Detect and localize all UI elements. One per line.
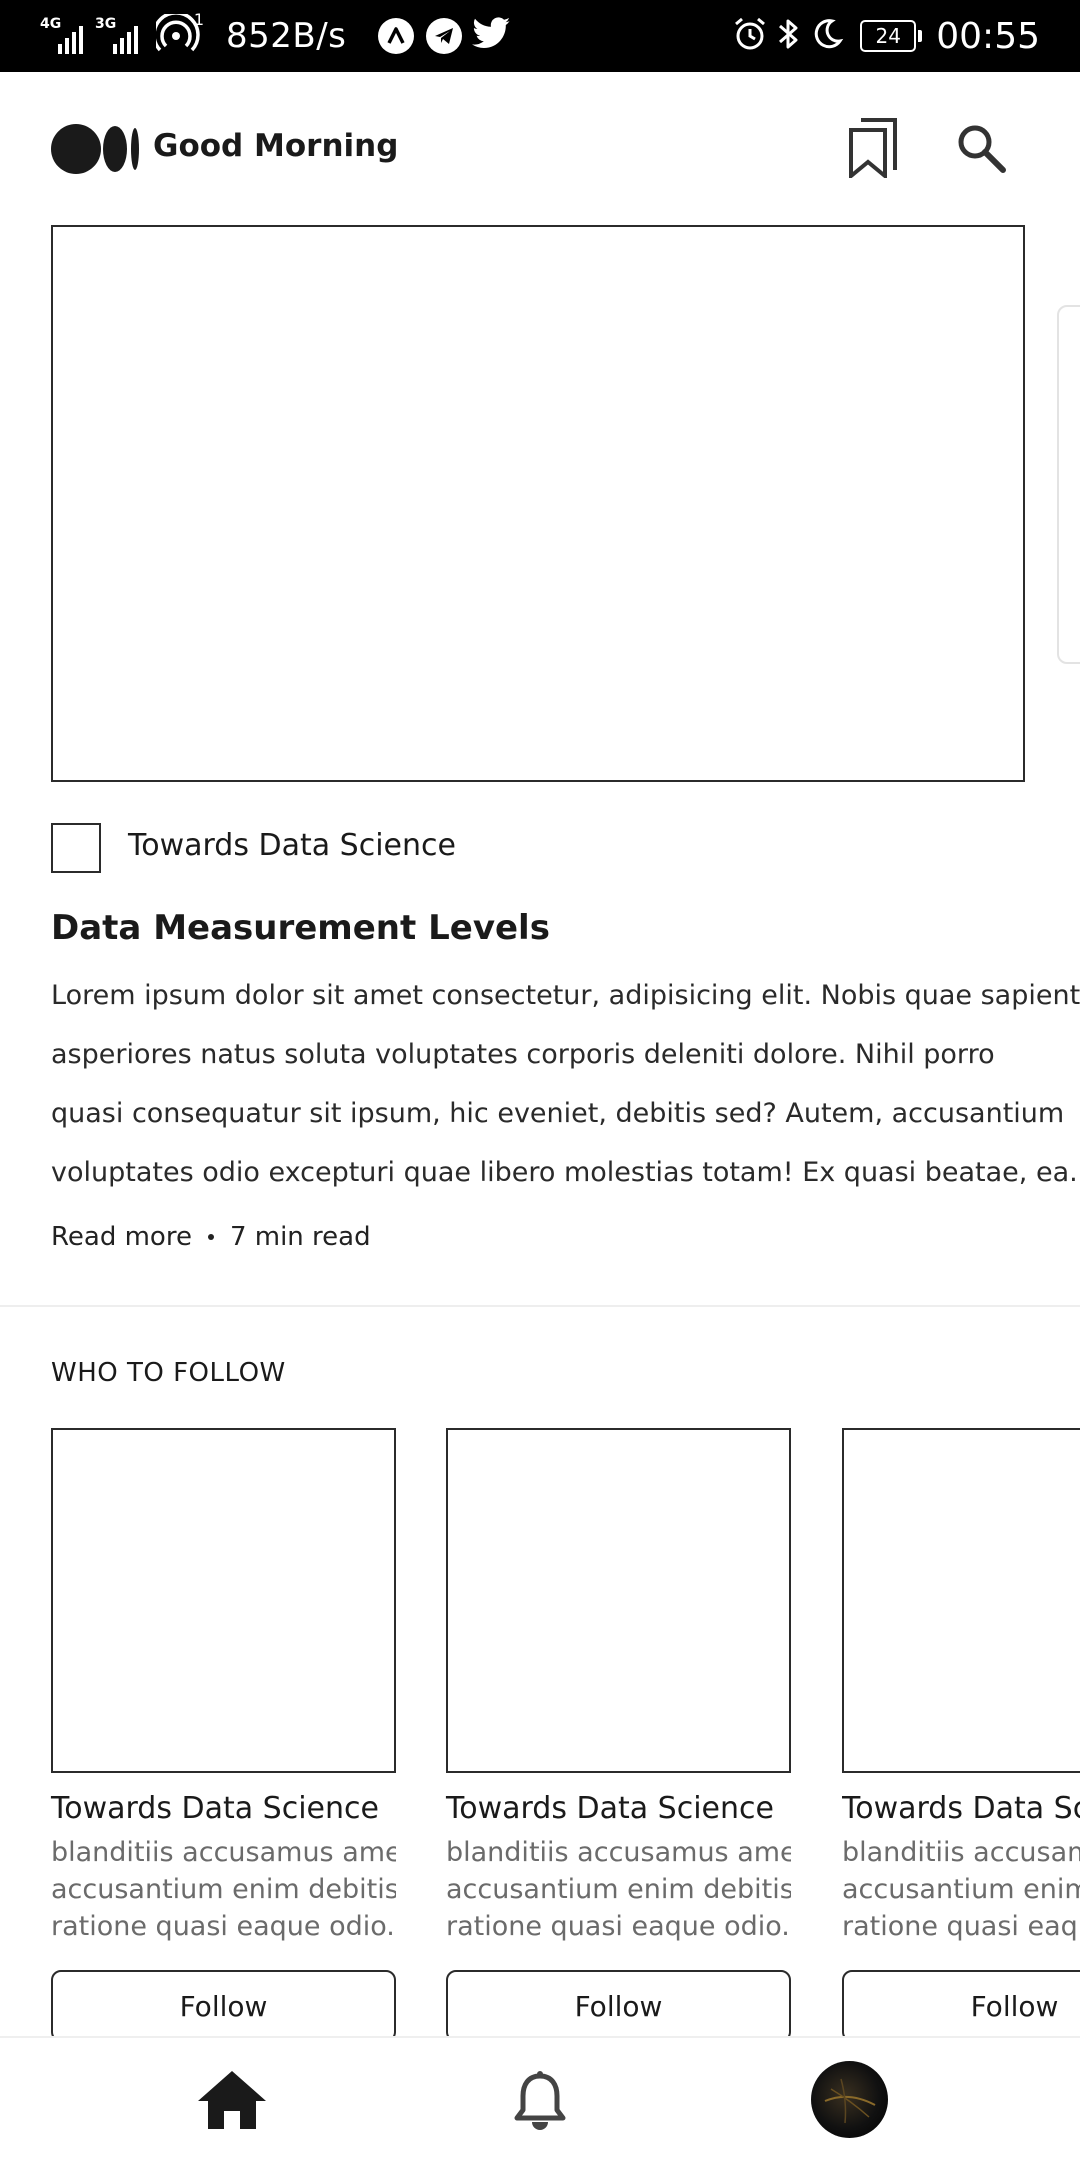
follow-button[interactable]: Follow — [51, 1970, 396, 2042]
follow-card-description: blanditiis accusamus amet accusantium en… — [842, 1837, 1080, 1942]
follow-card-image[interactable] — [842, 1428, 1080, 1773]
battery-level: 24 — [860, 20, 917, 52]
article-meta: Read more 7 min read — [51, 1222, 371, 1252]
follow-card-name[interactable]: Towards Data Science — [842, 1791, 1080, 1826]
status-bar-right: 24 00:55 — [732, 0, 1040, 72]
publication-thumbnail[interactable] — [51, 823, 101, 873]
follow-button[interactable]: Follow — [842, 1970, 1080, 2042]
home-icon[interactable] — [196, 2068, 268, 2132]
excerpt-line: asperiores natus soluta voluptates corpo… — [51, 1039, 995, 1070]
medium-logo[interactable] — [51, 124, 141, 174]
excerpt-line: Lorem ipsum dolor sit amet consectetur, … — [51, 980, 1080, 1011]
article-title[interactable]: Data Measurement Levels — [51, 908, 550, 948]
telegram-icon — [426, 18, 463, 54]
moon-icon — [810, 17, 844, 55]
follow-card-image[interactable] — [446, 1428, 791, 1773]
meta-separator — [207, 1234, 214, 1240]
follow-card-description: blanditiis accusamus amet accusantium en… — [446, 1837, 791, 1942]
follow-card-description: blanditiis accusamus amet accusantium en… — [51, 1837, 396, 1942]
search-icon[interactable] — [949, 116, 1013, 180]
read-time: 7 min read — [229, 1222, 371, 1252]
excerpt-line: voluptates odio excepturi quae libero mo… — [51, 1157, 1080, 1188]
who-to-follow-heading: WHO TO FOLLOW — [51, 1358, 286, 1388]
excerpt-line: quasi consequatur sit ipsum, hic eveniet… — [51, 1098, 1065, 1129]
bluetooth-icon — [776, 16, 802, 56]
follow-card-name[interactable]: Towards Data Science — [446, 1791, 791, 1826]
app-a-icon — [378, 18, 415, 54]
follow-card[interactable]: Towards Data Science blanditiis accusamu… — [446, 1428, 791, 2042]
status-bar: 4G 3G 1 852B/s 24 00:55 — [0, 0, 1080, 72]
clock: 00:55 — [936, 15, 1040, 57]
app-header: Good Morning — [0, 72, 1080, 222]
next-card-peek[interactable] — [1057, 305, 1080, 664]
section-divider — [0, 1305, 1080, 1307]
bookmark-icon[interactable] — [845, 116, 901, 180]
publication-name[interactable]: Towards Data Science — [128, 828, 456, 863]
signal-4g-icon: 4G — [40, 16, 83, 54]
greeting-title: Good Morning — [153, 128, 399, 164]
hotspot-count: 1 — [193, 10, 204, 29]
follow-card-image[interactable] — [51, 1428, 396, 1773]
status-bar-left: 4G 3G 1 852B/s — [40, 0, 512, 72]
follow-button[interactable]: Follow — [446, 1970, 791, 2042]
follow-card[interactable]: Towards Data Science blanditiis accusamu… — [51, 1428, 396, 2042]
bell-icon[interactable] — [508, 2068, 572, 2136]
article-image[interactable] — [51, 225, 1025, 782]
battery-icon: 24 — [860, 20, 923, 52]
article-excerpt: Lorem ipsum dolor sit amet consectetur, … — [51, 966, 1080, 1202]
signal-3g-icon: 3G — [95, 16, 138, 54]
alarm-icon — [732, 16, 768, 56]
bottom-nav — [0, 2036, 1080, 2162]
follow-card-name[interactable]: Towards Data Science — [51, 1791, 396, 1826]
follow-card[interactable]: Towards Data Science blanditiis accusamu… — [842, 1428, 1080, 2042]
read-more-link[interactable]: Read more — [51, 1222, 192, 1252]
hotspot-icon: 1 — [152, 10, 204, 58]
avatar[interactable] — [811, 2061, 888, 2138]
net-speed: 852B/s — [226, 16, 347, 56]
twitter-icon — [472, 17, 512, 55]
